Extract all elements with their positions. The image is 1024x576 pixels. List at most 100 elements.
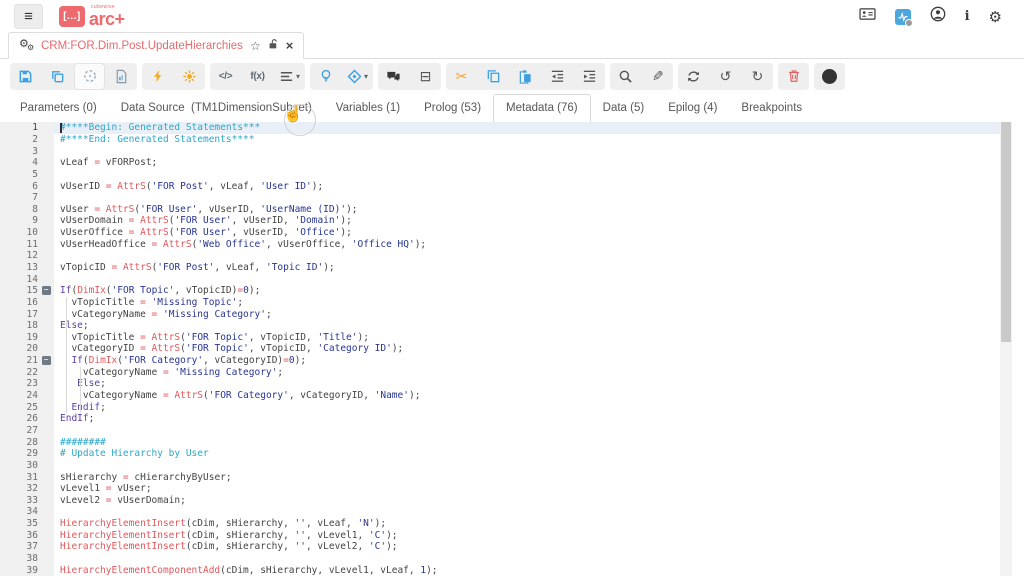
code-line[interactable]: 8vUser = AttrS('FOR User', vUserID, 'Use… bbox=[0, 203, 1000, 215]
redo-button[interactable]: ↻ bbox=[742, 63, 773, 90]
line-number[interactable]: 20 bbox=[0, 343, 38, 354]
code-line[interactable]: 17 vCategoryName = 'Missing Category'; bbox=[0, 308, 1000, 320]
unlock-icon[interactable] bbox=[268, 37, 279, 55]
line-number[interactable]: 33 bbox=[0, 495, 38, 506]
undo-button[interactable]: ↺ bbox=[710, 63, 741, 90]
tab-parameters[interactable]: Parameters (0) bbox=[8, 95, 109, 122]
code-line[interactable]: 36HierarchyElementInsert(cDim, sHierarch… bbox=[0, 529, 1000, 541]
line-number[interactable]: 16 bbox=[0, 297, 38, 308]
line-number[interactable]: 25 bbox=[0, 402, 38, 413]
code-line[interactable]: 4vLeaf = vFORPost; bbox=[0, 157, 1000, 169]
code-line[interactable]: 30 bbox=[0, 460, 1000, 472]
code-line[interactable]: 11vUserHeadOffice = AttrS('Web Office', … bbox=[0, 238, 1000, 250]
line-number[interactable]: 29 bbox=[0, 448, 38, 459]
format-code-button[interactable]: ▾ bbox=[274, 63, 305, 90]
line-number[interactable]: 28 bbox=[0, 437, 38, 448]
activity-monitor-button[interactable] bbox=[895, 9, 911, 25]
indent-button[interactable] bbox=[574, 63, 605, 90]
code-line[interactable]: 39HierarchyElementComponentAdd(cDim, sHi… bbox=[0, 564, 1000, 576]
debug-process-button[interactable] bbox=[174, 63, 205, 90]
fold-toggle-icon[interactable]: − bbox=[42, 286, 51, 295]
code-line[interactable]: 22 vCategoryName = 'Missing Category'; bbox=[0, 366, 1000, 378]
line-number[interactable]: 34 bbox=[0, 506, 38, 517]
line-number[interactable]: 36 bbox=[0, 530, 38, 541]
code-line[interactable]: 19 vTopicTitle = AttrS('FOR Topic', vTop… bbox=[0, 332, 1000, 344]
code-view-button[interactable]: </> bbox=[210, 63, 241, 90]
line-number[interactable]: 31 bbox=[0, 472, 38, 483]
code-line[interactable]: 29# Update Hierarchy by User bbox=[0, 448, 1000, 460]
line-number[interactable]: 22 bbox=[0, 367, 38, 378]
select-region-button[interactable] bbox=[74, 63, 105, 90]
line-number[interactable]: 8 bbox=[0, 204, 38, 215]
code-line[interactable]: 35HierarchyElementInsert(cDim, sHierarch… bbox=[0, 518, 1000, 530]
line-number[interactable]: 15 bbox=[0, 285, 38, 296]
scrollbar-thumb[interactable] bbox=[1001, 122, 1011, 342]
line-number[interactable]: 38 bbox=[0, 553, 38, 564]
code-line[interactable]: 32vLevel1 = vUser; bbox=[0, 483, 1000, 495]
code-line[interactable]: 16 vTopicTitle = 'Missing Topic'; bbox=[0, 297, 1000, 309]
line-number[interactable]: 26 bbox=[0, 413, 38, 424]
help-button[interactable]: ? bbox=[814, 63, 845, 90]
favorite-star-icon[interactable]: ☆ bbox=[250, 39, 261, 53]
hints-button[interactable] bbox=[310, 63, 341, 90]
tab-prolog[interactable]: Prolog (53) bbox=[412, 95, 493, 122]
close-tab-icon[interactable]: × bbox=[286, 38, 294, 53]
outdent-button[interactable] bbox=[542, 63, 573, 90]
line-number[interactable]: 17 bbox=[0, 309, 38, 320]
line-number[interactable]: 37 bbox=[0, 541, 38, 552]
line-number[interactable]: 13 bbox=[0, 262, 38, 273]
code-line[interactable]: 31sHierarchy = cHierarchyByUser; bbox=[0, 471, 1000, 483]
line-number[interactable]: 18 bbox=[0, 320, 38, 331]
line-number[interactable]: 4 bbox=[0, 157, 38, 168]
tab-epilog[interactable]: Epilog (4) bbox=[656, 95, 729, 122]
line-number[interactable]: 30 bbox=[0, 460, 38, 471]
code-line[interactable]: 24 vCategoryName = AttrS('FOR Category',… bbox=[0, 390, 1000, 402]
code-line[interactable]: 26EndIf; bbox=[0, 413, 1000, 425]
cut-button[interactable]: ✂ bbox=[446, 63, 477, 90]
fold-toggle-icon[interactable]: − bbox=[42, 356, 51, 365]
settings-button[interactable]: ⚙ bbox=[989, 8, 1002, 26]
code-line[interactable]: 34 bbox=[0, 506, 1000, 518]
line-number[interactable]: 5 bbox=[0, 169, 38, 180]
hamburger-menu-button[interactable]: ≡ bbox=[14, 4, 43, 29]
run-process-button[interactable] bbox=[142, 63, 173, 90]
code-line[interactable]: 23 Else; bbox=[0, 378, 1000, 390]
tab-data-source[interactable]: Data Source (TM1DimensionSubset) bbox=[109, 95, 324, 122]
document-stats-button[interactable] bbox=[106, 63, 137, 90]
license-card-button[interactable] bbox=[859, 7, 876, 26]
line-number[interactable]: 3 bbox=[0, 146, 38, 157]
line-number[interactable]: 39 bbox=[0, 565, 38, 576]
line-number[interactable]: 11 bbox=[0, 239, 38, 250]
user-account-button[interactable] bbox=[930, 6, 946, 27]
line-number[interactable]: 10 bbox=[0, 227, 38, 238]
save-button[interactable] bbox=[10, 63, 41, 90]
code-line[interactable]: 9vUserDomain = AttrS('FOR User', vUserID… bbox=[0, 215, 1000, 227]
tab-metadata[interactable]: Metadata (76) bbox=[493, 94, 591, 123]
collapse-all-button[interactable]: ⊟ bbox=[410, 63, 441, 90]
code-line[interactable]: 3 bbox=[0, 145, 1000, 157]
tab-data[interactable]: Data (5) bbox=[591, 95, 657, 122]
duplicate-line-button[interactable] bbox=[478, 63, 509, 90]
vertical-scrollbar[interactable] bbox=[1000, 122, 1012, 576]
line-number[interactable]: 2 bbox=[0, 134, 38, 145]
navigate-button[interactable]: ▾ bbox=[342, 63, 373, 90]
code-line[interactable]: 18Else; bbox=[0, 320, 1000, 332]
delete-button[interactable] bbox=[778, 63, 809, 90]
code-line[interactable]: 37HierarchyElementInsert(cDim, sHierarch… bbox=[0, 541, 1000, 553]
line-number[interactable]: 9 bbox=[0, 215, 38, 226]
search-button[interactable] bbox=[610, 63, 641, 90]
about-button[interactable]: i bbox=[965, 9, 970, 24]
code-line[interactable]: 28######## bbox=[0, 436, 1000, 448]
code-line[interactable]: 14 bbox=[0, 273, 1000, 285]
tab-breakpoints[interactable]: Breakpoints bbox=[729, 95, 814, 122]
code-line[interactable]: 7 bbox=[0, 192, 1000, 204]
code-line[interactable]: 21− If(DimIx('FOR Category', vCategoryID… bbox=[0, 355, 1000, 367]
code-line[interactable]: 15−If(DimIx('FOR Topic', vTopicID)=0); bbox=[0, 285, 1000, 297]
paste-button[interactable] bbox=[510, 63, 541, 90]
line-number[interactable]: 32 bbox=[0, 483, 38, 494]
comments-button[interactable] bbox=[378, 63, 409, 90]
line-number[interactable]: 6 bbox=[0, 181, 38, 192]
code-line[interactable]: 33vLevel2 = vUserDomain; bbox=[0, 495, 1000, 507]
line-number[interactable]: 27 bbox=[0, 425, 38, 436]
line-number[interactable]: 21 bbox=[0, 355, 38, 366]
